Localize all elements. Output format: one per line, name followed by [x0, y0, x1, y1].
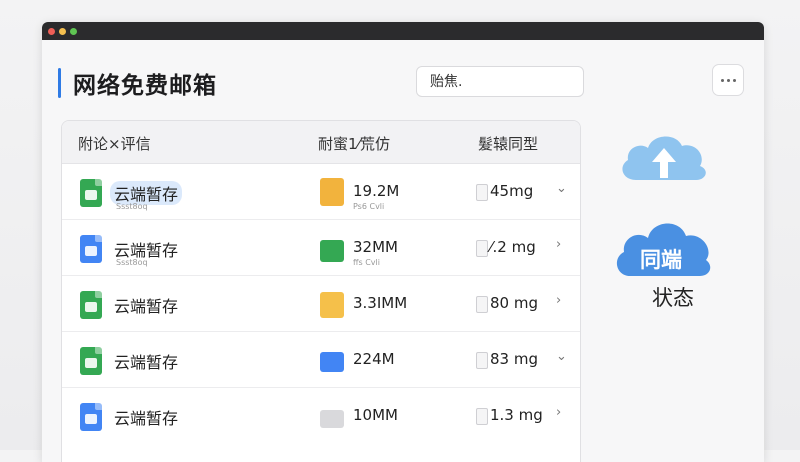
file-size: 19.2M: [353, 182, 400, 200]
file-weight: ⁄.2 mg: [490, 238, 536, 256]
file-name[interactable]: 云端暂存: [114, 405, 178, 429]
file-size: 224M: [353, 350, 395, 368]
file-table: 附论×评信 耐蜜1⁄荒仿 髮辕同型 云端暂存 Ssst8oq 19.2M Ps6…: [61, 120, 581, 462]
table-row[interactable]: 云端暂存 Ssst8oq 19.2M Ps6 Cvli 45mg ⌄: [62, 164, 580, 220]
column-header-weight[interactable]: 髮辕同型: [478, 133, 538, 154]
row-checkbox[interactable]: [476, 296, 488, 313]
file-subtitle: Ssst8oq: [116, 202, 148, 211]
more-options-button[interactable]: [712, 64, 744, 96]
status-label: 状态: [652, 286, 694, 310]
maximize-window-button[interactable]: [70, 28, 77, 35]
page-title-text: 网络免费邮箱: [73, 73, 217, 99]
row-expand-chevron-icon[interactable]: ›: [556, 237, 561, 252]
mail-icon: [320, 352, 344, 372]
column-header-size[interactable]: 耐蜜1⁄荒仿: [318, 133, 390, 154]
row-checkbox[interactable]: [476, 240, 488, 257]
row-expand-chevron-icon[interactable]: ›: [556, 293, 561, 308]
column-header-name[interactable]: 附论×评信: [78, 133, 151, 154]
more-dot-icon: [732, 78, 736, 82]
page-title: 网络免费邮箱: [58, 67, 217, 99]
file-weight: 1.3 mg: [490, 406, 543, 424]
table-row[interactable]: 云端暂存 Ssst8oq 32MM ffs Cvli ⁄.2 mg ›: [62, 220, 580, 276]
table-row[interactable]: 云端暂存 224M 83 mg ⌄: [62, 332, 580, 388]
file-name[interactable]: 云端暂存: [114, 349, 178, 373]
status-title: 同端: [640, 248, 682, 272]
row-expand-chevron-icon[interactable]: ⌄: [556, 181, 567, 196]
folder-icon: [320, 240, 344, 262]
file-size: 32MM: [353, 238, 398, 256]
file-weight: 83 mg: [490, 350, 538, 368]
more-dot-icon: [720, 78, 724, 82]
row-expand-chevron-icon[interactable]: ›: [556, 405, 561, 420]
sheet-icon: [80, 291, 102, 319]
sheet-icon: [80, 179, 102, 207]
search-input[interactable]: 贻焦.: [416, 66, 584, 97]
cloud-doc-icon: [80, 235, 102, 263]
folder-icon: [320, 178, 344, 206]
row-checkbox[interactable]: [476, 352, 488, 369]
file-weight: 80 mg: [490, 294, 538, 312]
app-window: 网络免费邮箱 贻焦. 附论×评信 耐蜜1⁄荒仿 髮辕同型 云端暂存 Ssst8o…: [42, 22, 764, 462]
row-checkbox[interactable]: [476, 184, 488, 201]
title-bar: [42, 22, 764, 40]
folder-icon: [320, 292, 344, 318]
row-expand-chevron-icon[interactable]: ⌄: [556, 349, 567, 364]
envelope-icon: [320, 410, 344, 428]
more-dot-icon: [726, 78, 730, 82]
close-window-button[interactable]: [48, 28, 55, 35]
table-row[interactable]: 云端暂存 3.3IMM 80 mg ›: [62, 276, 580, 332]
file-weight: 45mg: [490, 182, 534, 200]
file-size: 10MM: [353, 406, 398, 424]
file-size-subtitle: ffs Cvli: [353, 258, 380, 267]
file-subtitle: Ssst8oq: [116, 258, 148, 267]
file-name[interactable]: 云端暂存: [114, 293, 178, 317]
cloud-upload-icon: [622, 136, 706, 180]
file-size-subtitle: Ps6 Cvli: [353, 202, 385, 211]
cloud-doc-icon: [80, 403, 102, 431]
table-header: 附论×评信 耐蜜1⁄荒仿 髮辕同型: [62, 121, 580, 164]
row-checkbox[interactable]: [476, 408, 488, 425]
file-size: 3.3IMM: [353, 294, 408, 312]
minimize-window-button[interactable]: [59, 28, 66, 35]
table-row[interactable]: 云端暂存 10MM 1.3 mg ›: [62, 388, 580, 443]
sync-status-panel: 同端 状态: [614, 122, 714, 310]
title-accent-bar: [58, 68, 61, 98]
sheet-icon: [80, 347, 102, 375]
